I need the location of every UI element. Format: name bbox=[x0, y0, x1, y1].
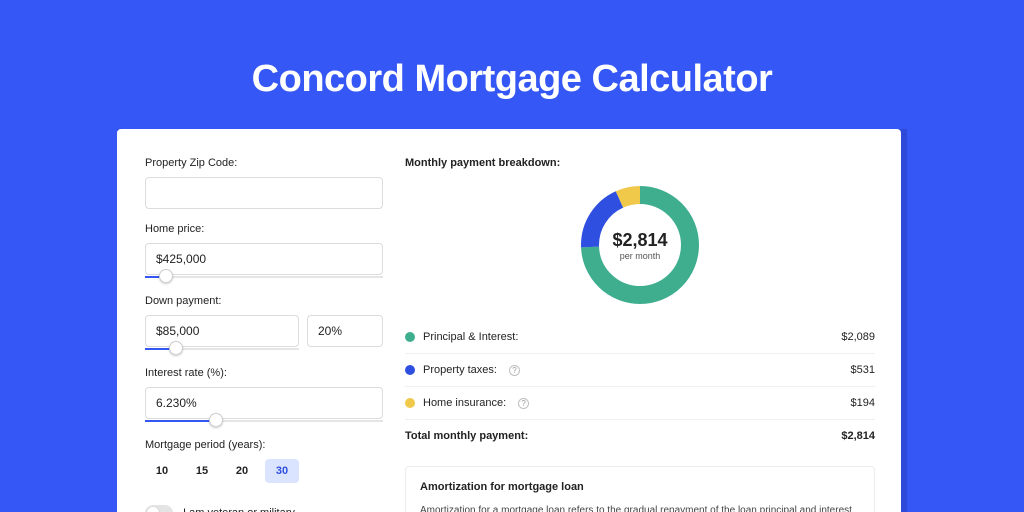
amortization-title: Amortization for mortgage loan bbox=[420, 481, 860, 493]
down-payment-input[interactable] bbox=[145, 315, 299, 347]
interest-slider-thumb[interactable] bbox=[209, 413, 223, 427]
period-options: 10 15 20 30 bbox=[145, 459, 383, 483]
interest-label: Interest rate (%): bbox=[145, 367, 383, 379]
legend-value-insurance: $194 bbox=[851, 397, 875, 409]
home-price-label: Home price: bbox=[145, 223, 383, 235]
legend-row-insurance: Home insurance: ? $194 bbox=[405, 387, 875, 420]
legend-value-total: $2,814 bbox=[841, 430, 875, 442]
down-payment-slider[interactable] bbox=[145, 345, 299, 353]
down-payment-slider-thumb[interactable] bbox=[169, 341, 183, 355]
veteran-row: I am veteran or military bbox=[145, 505, 383, 512]
swatch-insurance bbox=[405, 398, 415, 408]
home-price-slider[interactable] bbox=[145, 273, 383, 281]
period-option-15[interactable]: 15 bbox=[185, 459, 219, 483]
page-title: Concord Mortgage Calculator bbox=[0, 0, 1024, 129]
legend-label-principal: Principal & Interest: bbox=[423, 331, 518, 343]
donut-sub: per month bbox=[620, 251, 661, 261]
field-down-payment: Down payment: bbox=[145, 295, 383, 353]
zip-label: Property Zip Code: bbox=[145, 157, 383, 169]
zip-input[interactable] bbox=[145, 177, 383, 209]
interest-input[interactable] bbox=[145, 387, 383, 419]
field-period: Mortgage period (years): 10 15 20 30 bbox=[145, 439, 383, 483]
legend-row-total: Total monthly payment: $2,814 bbox=[405, 420, 875, 452]
legend-label-insurance: Home insurance: bbox=[423, 397, 506, 409]
field-interest: Interest rate (%): bbox=[145, 367, 383, 425]
down-payment-pct-input[interactable] bbox=[307, 315, 383, 347]
payment-donut: $2,814 per month bbox=[580, 185, 700, 305]
field-home-price: Home price: bbox=[145, 223, 383, 281]
legend-label-total: Total monthly payment: bbox=[405, 430, 528, 442]
down-payment-label: Down payment: bbox=[145, 295, 383, 307]
info-icon[interactable]: ? bbox=[518, 398, 529, 409]
veteran-toggle[interactable] bbox=[145, 505, 173, 512]
donut-wrap: $2,814 per month bbox=[405, 179, 875, 321]
field-zip: Property Zip Code: bbox=[145, 157, 383, 209]
amortization-box: Amortization for mortgage loan Amortizat… bbox=[405, 466, 875, 512]
period-option-20[interactable]: 20 bbox=[225, 459, 259, 483]
panel-shadow: Property Zip Code: Home price: Down paym… bbox=[117, 129, 907, 512]
donut-center: $2,814 per month bbox=[580, 185, 700, 305]
donut-amount: $2,814 bbox=[612, 230, 667, 251]
breakdown-column: Monthly payment breakdown: $2,814 per mo… bbox=[405, 157, 875, 512]
interest-slider-fill bbox=[145, 420, 216, 422]
home-price-slider-thumb[interactable] bbox=[159, 269, 173, 283]
info-icon[interactable]: ? bbox=[509, 365, 520, 376]
calculator-panel: Property Zip Code: Home price: Down paym… bbox=[117, 129, 901, 512]
veteran-label: I am veteran or military bbox=[183, 507, 295, 512]
legend-label-taxes: Property taxes: bbox=[423, 364, 497, 376]
legend-value-taxes: $531 bbox=[851, 364, 875, 376]
legend-row-taxes: Property taxes: ? $531 bbox=[405, 354, 875, 387]
interest-slider[interactable] bbox=[145, 417, 383, 425]
period-label: Mortgage period (years): bbox=[145, 439, 383, 451]
legend-row-principal: Principal & Interest: $2,089 bbox=[405, 321, 875, 354]
form-column: Property Zip Code: Home price: Down paym… bbox=[145, 157, 383, 512]
period-option-30[interactable]: 30 bbox=[265, 459, 299, 483]
swatch-taxes bbox=[405, 365, 415, 375]
home-price-input[interactable] bbox=[145, 243, 383, 275]
period-option-10[interactable]: 10 bbox=[145, 459, 179, 483]
breakdown-title: Monthly payment breakdown: bbox=[405, 157, 875, 169]
amortization-body: Amortization for a mortgage loan refers … bbox=[420, 503, 860, 512]
legend-value-principal: $2,089 bbox=[841, 331, 875, 343]
swatch-principal bbox=[405, 332, 415, 342]
